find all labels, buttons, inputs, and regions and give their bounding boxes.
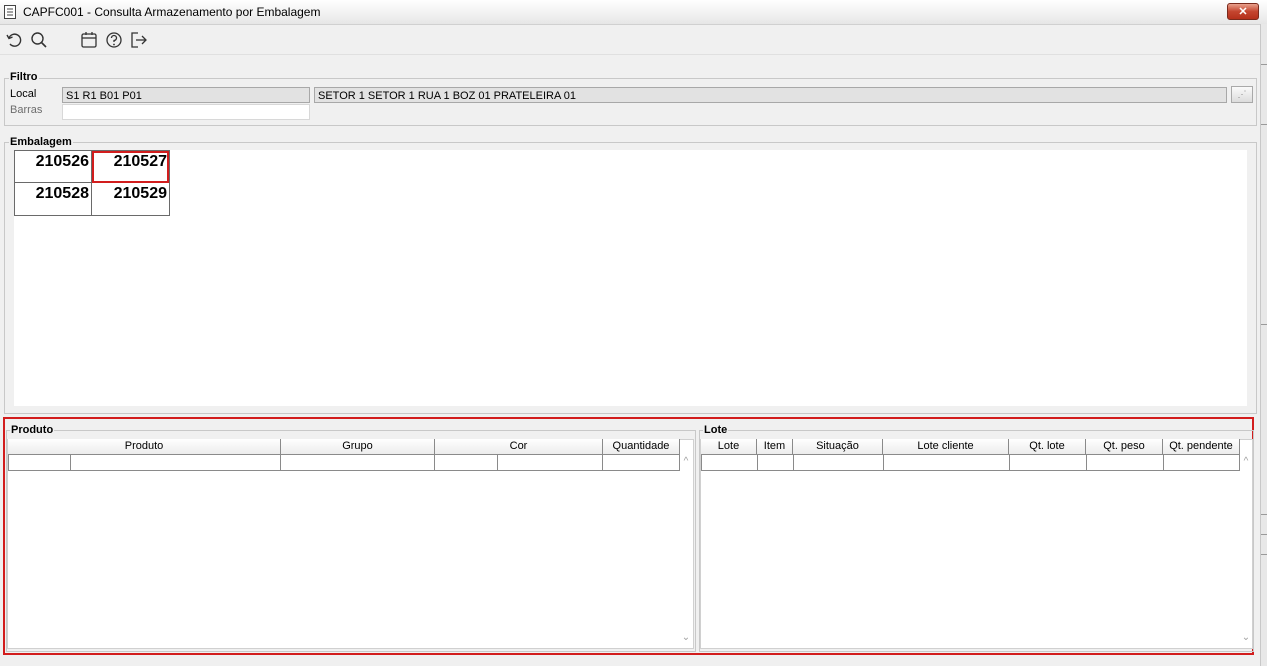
barras-input[interactable]	[62, 104, 310, 120]
toolbar	[0, 25, 1260, 55]
local-description-field: SETOR 1 SETOR 1 RUA 1 BOZ 01 PRATELEIRA …	[314, 87, 1227, 103]
table-cell[interactable]	[1009, 455, 1087, 471]
table-cell[interactable]	[757, 455, 794, 471]
column-header-qt-pendente[interactable]: Qt. pendente	[1163, 439, 1240, 455]
table-cell[interactable]	[793, 455, 884, 471]
column-header-item[interactable]: Item	[757, 439, 793, 455]
lote-legend: Lote	[703, 424, 729, 436]
scroll-down-icon[interactable]: ⌄	[680, 632, 692, 643]
embalagem-area	[14, 150, 1247, 406]
help-icon[interactable]	[104, 30, 124, 50]
column-header-situacao[interactable]: Situação	[793, 439, 883, 455]
column-header-produto[interactable]: Produto	[8, 439, 281, 455]
local-label: Local	[10, 88, 37, 100]
embalagem-cell[interactable]: 210526	[14, 150, 92, 183]
filtro-legend: Filtro	[9, 71, 39, 83]
scroll-up-icon[interactable]: ^	[1240, 456, 1252, 467]
document-icon	[4, 5, 16, 19]
table-cell[interactable]	[70, 455, 281, 471]
column-header-qt-lote[interactable]: Qt. lote	[1009, 439, 1086, 455]
selection-highlight	[92, 151, 169, 183]
column-header-qt-peso[interactable]: Qt. peso	[1086, 439, 1163, 455]
produto-legend: Produto	[10, 424, 55, 436]
exit-icon[interactable]	[129, 30, 149, 50]
column-header-grupo[interactable]: Grupo	[281, 439, 435, 455]
close-button[interactable]: ✕	[1227, 3, 1259, 20]
window-right-edge	[1260, 24, 1267, 666]
embalagem-cell[interactable]: 210528	[14, 182, 92, 216]
local-lookup-button[interactable]: ⋰	[1231, 86, 1253, 103]
table-cell[interactable]	[8, 455, 71, 471]
column-header-lote-cliente[interactable]: Lote cliente	[883, 439, 1009, 455]
table-cell[interactable]	[1163, 455, 1240, 471]
embalagem-legend: Embalagem	[9, 136, 73, 148]
title-bar: CAPFC001 - Consulta Armazenamento por Em…	[0, 0, 1267, 25]
table-cell[interactable]	[1086, 455, 1164, 471]
column-header-quantidade[interactable]: Quantidade	[603, 439, 680, 455]
scroll-down-icon[interactable]: ⌄	[1240, 632, 1252, 643]
table-cell[interactable]	[602, 455, 680, 471]
refresh-icon[interactable]	[4, 30, 24, 50]
table-cell[interactable]	[701, 455, 758, 471]
table-cell[interactable]	[434, 455, 498, 471]
column-header-cor[interactable]: Cor	[435, 439, 603, 455]
barras-label: Barras	[10, 104, 43, 116]
table-cell[interactable]	[280, 455, 435, 471]
table-cell[interactable]	[497, 455, 603, 471]
table-cell[interactable]	[883, 455, 1010, 471]
search-icon[interactable]	[29, 30, 49, 50]
embalagem-cell[interactable]: 210529	[91, 182, 170, 216]
column-header-lote[interactable]: Lote	[701, 439, 757, 455]
local-code-field[interactable]: S1 R1 B01 P01	[62, 87, 310, 103]
calendar-icon[interactable]	[79, 30, 99, 50]
scroll-up-icon[interactable]: ^	[680, 456, 692, 467]
window-title: CAPFC001 - Consulta Armazenamento por Em…	[23, 5, 321, 19]
